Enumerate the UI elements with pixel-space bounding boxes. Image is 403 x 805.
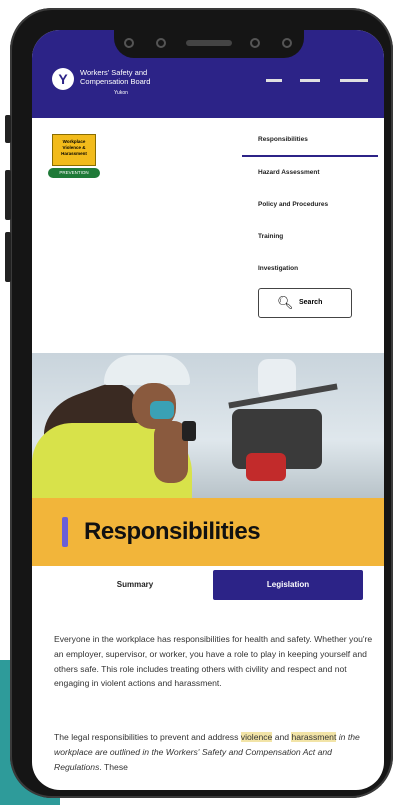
nav-link-placeholder[interactable] xyxy=(340,79,368,82)
phone-side-button xyxy=(5,232,11,282)
photo-face-mask xyxy=(150,401,174,419)
menu-active-indicator xyxy=(242,155,378,157)
phone-side-button xyxy=(5,115,11,143)
speaker-grille xyxy=(186,40,232,46)
body-paragraph: The legal responsibilities to prevent an… xyxy=(54,730,376,774)
body-paragraph: Everyone in the workplace has responsibi… xyxy=(54,634,373,689)
photo-hard-hat xyxy=(104,355,190,385)
photo-radio xyxy=(182,421,196,441)
org-name[interactable]: Workers' Safety and Compensation Board xyxy=(80,68,200,86)
phone-screen: Y Workers' Safety and Compensation Board… xyxy=(32,30,384,790)
badge-title: Workplace Violence & Harassment xyxy=(52,134,96,166)
program-badge[interactable]: Workplace Violence & Harassment PREVENTI… xyxy=(48,134,100,182)
search-icon: 🔍︎ xyxy=(277,295,294,310)
search-button[interactable]: 🔍︎ Search xyxy=(258,288,352,318)
nav-link-placeholder[interactable] xyxy=(266,79,282,82)
title-marker xyxy=(62,517,68,547)
badge-ribbon: PREVENTION xyxy=(48,168,100,178)
violence-link[interactable]: violence xyxy=(240,732,273,742)
nav-link-placeholder[interactable] xyxy=(300,79,320,82)
tab-summary[interactable]: Summary xyxy=(60,570,210,600)
page-title: Responsibilities xyxy=(84,518,261,545)
phone-side-button xyxy=(5,170,11,220)
paragraph-text: and xyxy=(272,732,292,742)
tab-legislation[interactable]: Legislation xyxy=(213,570,363,600)
hero-photo xyxy=(32,353,384,498)
paragraph-text: . These xyxy=(99,761,128,772)
paragraph-text: The legal responsibilities to prevent an… xyxy=(54,732,241,742)
menu-item-investigation[interactable]: Investigation xyxy=(258,265,298,272)
menu-item-policy-procedures[interactable]: Policy and Procedures xyxy=(258,201,328,208)
phone-notch xyxy=(114,30,304,58)
menu-item-responsibilities[interactable]: Responsibilities xyxy=(258,136,308,143)
search-button-label: Search xyxy=(299,299,323,306)
camera-icon xyxy=(282,38,292,48)
camera-icon xyxy=(124,38,134,48)
sensor-icon xyxy=(156,38,166,48)
menu-item-hazard-assessment[interactable]: Hazard Assessment xyxy=(258,169,320,176)
sensor-icon xyxy=(250,38,260,48)
org-name-line2: Compensation Board xyxy=(80,77,151,86)
harassment-link[interactable]: harassment xyxy=(291,732,337,742)
wcb-logo-icon[interactable]: Y xyxy=(52,68,74,90)
org-subtitle: Yukon xyxy=(114,90,128,96)
photo-drone-body xyxy=(246,453,286,481)
menu-item-training[interactable]: Training xyxy=(258,233,283,240)
org-name-line1: Workers' Safety and xyxy=(80,68,148,77)
